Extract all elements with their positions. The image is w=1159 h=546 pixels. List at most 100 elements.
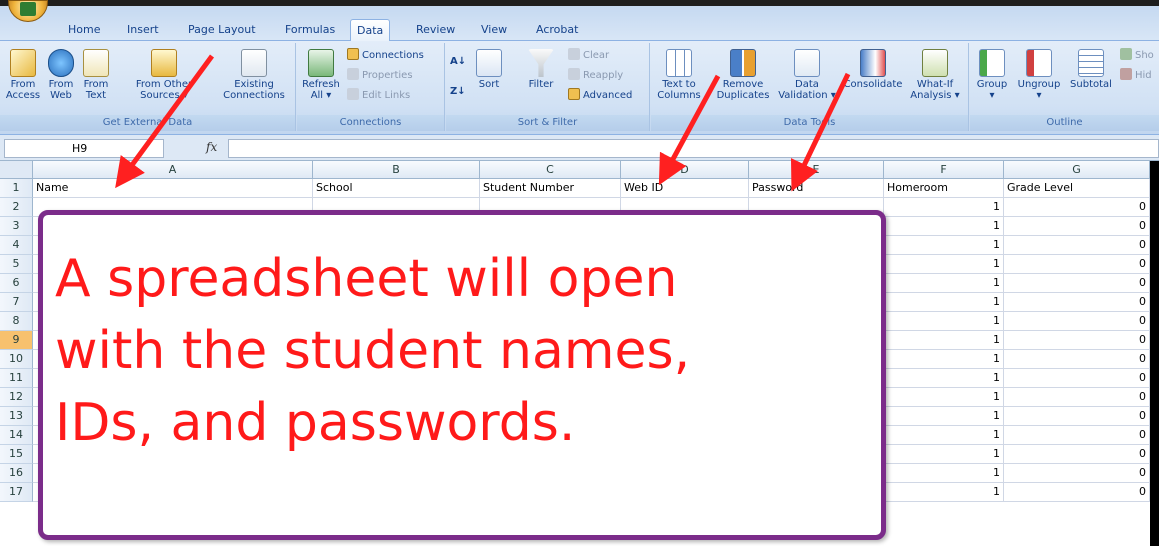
text-to-columns-button[interactable]: Text to Columns [657, 49, 701, 101]
homeroom-cell[interactable]: 1 [884, 464, 1004, 483]
row-header[interactable]: 15 [0, 445, 33, 464]
what-if-analysis-button[interactable]: What-If Analysis ▾ [909, 49, 961, 101]
name-box[interactable]: H9 [4, 139, 164, 158]
homeroom-cell[interactable]: 1 [884, 217, 1004, 236]
column-header-b[interactable]: B [313, 161, 480, 179]
tab-review[interactable]: Review [410, 19, 461, 41]
grade-level-cell[interactable]: 0 [1004, 236, 1150, 255]
header-cell[interactable]: Student Number [480, 179, 621, 198]
hide-detail-button: Hid [1120, 67, 1152, 85]
row-header[interactable]: 16 [0, 464, 33, 483]
remove-duplicates-button[interactable]: Remove Duplicates [715, 49, 771, 101]
homeroom-cell[interactable]: 1 [884, 426, 1004, 445]
header-cell[interactable]: Password [749, 179, 884, 198]
row-header[interactable]: 1 [0, 179, 33, 198]
row-header[interactable]: 11 [0, 369, 33, 388]
grade-level-cell[interactable]: 0 [1004, 293, 1150, 312]
grade-level-cell[interactable]: 0 [1004, 217, 1150, 236]
group-button[interactable]: Group ▾ [974, 49, 1010, 101]
column-header-a[interactable]: A [33, 161, 313, 179]
filter-button[interactable]: Filter [524, 49, 558, 90]
formula-input[interactable] [228, 139, 1159, 158]
row-header[interactable]: 8 [0, 312, 33, 331]
group-get-external-data: From Access From Web From Text From Othe… [0, 43, 296, 131]
clear-filter-icon [568, 48, 580, 60]
column-header-f[interactable]: F [884, 161, 1004, 179]
grade-level-cell[interactable]: 0 [1004, 350, 1150, 369]
grade-level-cell[interactable]: 0 [1004, 312, 1150, 331]
advanced-button[interactable]: Advanced [568, 87, 632, 105]
select-all-corner[interactable] [0, 161, 33, 179]
tab-acrobat[interactable]: Acrobat [530, 19, 584, 41]
reapply-button: Reapply [568, 67, 623, 85]
tab-data[interactable]: Data [350, 19, 391, 41]
grade-level-cell[interactable]: 0 [1004, 331, 1150, 350]
homeroom-cell[interactable]: 1 [884, 312, 1004, 331]
homeroom-cell[interactable]: 1 [884, 407, 1004, 426]
homeroom-cell[interactable]: 1 [884, 445, 1004, 464]
row-header[interactable]: 6 [0, 274, 33, 293]
sort-az-button[interactable]: A↓ [450, 53, 466, 71]
from-text-button[interactable]: From Text [80, 49, 112, 101]
ungroup-button[interactable]: Ungroup ▾ [1014, 49, 1064, 101]
sort-button[interactable]: Sort [474, 49, 504, 90]
homeroom-cell[interactable]: 1 [884, 388, 1004, 407]
header-cell[interactable]: Grade Level [1004, 179, 1150, 198]
from-web-button[interactable]: From Web [46, 49, 76, 101]
existing-connections-button[interactable]: Existing Connections [218, 49, 290, 101]
row-header[interactable]: 14 [0, 426, 33, 445]
header-cell[interactable]: School [313, 179, 480, 198]
homeroom-cell[interactable]: 1 [884, 274, 1004, 293]
from-access-button[interactable]: From Access [4, 49, 42, 101]
row-header[interactable]: 2 [0, 198, 33, 217]
homeroom-cell[interactable]: 1 [884, 369, 1004, 388]
sort-za-button[interactable]: Z↓ [450, 83, 466, 101]
row-header[interactable]: 9 [0, 331, 33, 350]
tab-view[interactable]: View [475, 19, 513, 41]
tab-insert[interactable]: Insert [121, 19, 165, 41]
grade-level-cell[interactable]: 0 [1004, 274, 1150, 293]
grade-level-cell[interactable]: 0 [1004, 483, 1150, 502]
homeroom-cell[interactable]: 1 [884, 198, 1004, 217]
row-header[interactable]: 4 [0, 236, 33, 255]
header-cell[interactable]: Web ID [621, 179, 749, 198]
homeroom-cell[interactable]: 1 [884, 255, 1004, 274]
column-header-e[interactable]: E [749, 161, 884, 179]
homeroom-cell[interactable]: 1 [884, 350, 1004, 369]
header-cell[interactable]: Name [33, 179, 313, 198]
grade-level-cell[interactable]: 0 [1004, 255, 1150, 274]
column-header-d[interactable]: D [621, 161, 749, 179]
from-other-sources-button[interactable]: From Other Sources ▾ [116, 49, 212, 101]
tab-page-layout[interactable]: Page Layout [182, 19, 262, 41]
column-header-g[interactable]: G [1004, 161, 1150, 179]
grade-level-cell[interactable]: 0 [1004, 464, 1150, 483]
grade-level-cell[interactable]: 0 [1004, 369, 1150, 388]
row-header[interactable]: 13 [0, 407, 33, 426]
grade-level-cell[interactable]: 0 [1004, 445, 1150, 464]
header-cell[interactable]: Homeroom [884, 179, 1004, 198]
row-header[interactable]: 17 [0, 483, 33, 502]
consolidate-button[interactable]: Consolidate [843, 49, 903, 90]
office-button[interactable] [8, 0, 48, 22]
homeroom-cell[interactable]: 1 [884, 331, 1004, 350]
row-header[interactable]: 7 [0, 293, 33, 312]
connections-button[interactable]: Connections [347, 47, 424, 65]
grade-level-cell[interactable]: 0 [1004, 198, 1150, 217]
homeroom-cell[interactable]: 1 [884, 236, 1004, 255]
row-header[interactable]: 3 [0, 217, 33, 236]
grade-level-cell[interactable]: 0 [1004, 407, 1150, 426]
grade-level-cell[interactable]: 0 [1004, 426, 1150, 445]
homeroom-cell[interactable]: 1 [884, 483, 1004, 502]
tab-formulas[interactable]: Formulas [279, 19, 341, 41]
row-header[interactable]: 5 [0, 255, 33, 274]
data-validation-button[interactable]: Data Validation ▾ [775, 49, 839, 101]
homeroom-cell[interactable]: 1 [884, 293, 1004, 312]
row-header[interactable]: 10 [0, 350, 33, 369]
refresh-all-button[interactable]: Refresh All ▾ [301, 49, 341, 101]
grade-level-cell[interactable]: 0 [1004, 388, 1150, 407]
tab-home[interactable]: Home [62, 19, 106, 41]
subtotal-button[interactable]: Subtotal [1068, 49, 1114, 90]
row-header[interactable]: 12 [0, 388, 33, 407]
insert-function-icon[interactable]: fx [206, 140, 217, 154]
column-header-c[interactable]: C [480, 161, 621, 179]
